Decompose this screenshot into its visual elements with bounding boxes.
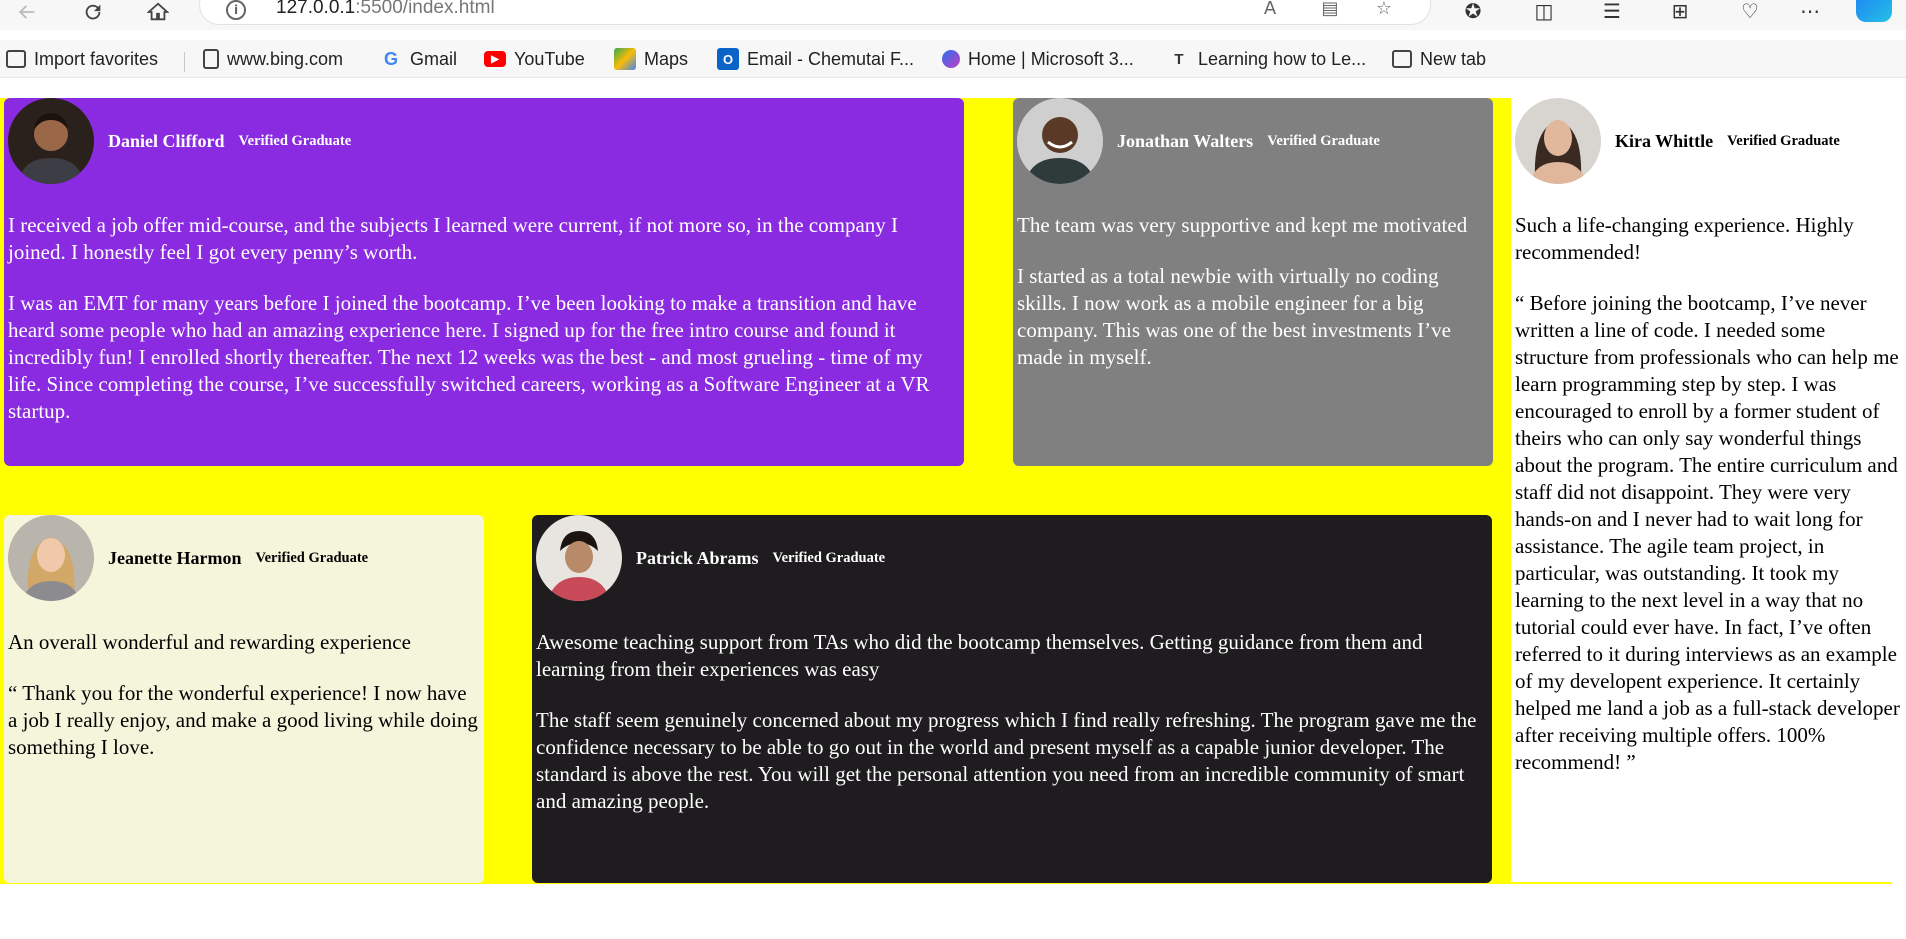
quote-patrick: The staff seem genuinely concerned about… (536, 708, 1477, 813)
badge-daniel: Verified Graduate (238, 132, 352, 149)
browser-essentials-icon[interactable]: ♡ (1735, 0, 1765, 23)
badge-jonathan: Verified Graduate (1267, 132, 1380, 149)
fav-new-tab[interactable]: New tab (1392, 46, 1486, 72)
badge-patrick: Verified Graduate (772, 549, 886, 566)
extensions-icon[interactable]: ✪ (1458, 0, 1488, 23)
favorite-star-icon[interactable]: ☆ (1372, 0, 1396, 19)
name-daniel: Daniel Clifford (108, 130, 225, 151)
avatar-kira (1515, 98, 1601, 184)
headline-jeanette: An overall wonderful and rewarding exper… (8, 630, 411, 654)
headline-kira: Such a life-changing experience. Highly … (1515, 213, 1854, 264)
fav-import-favorites[interactable]: Import favorites (6, 46, 158, 72)
badge-kira: Verified Graduate (1727, 132, 1840, 149)
split-screen-icon[interactable]: ◫ (1529, 0, 1559, 23)
favorites-list-icon[interactable]: ☰ (1597, 0, 1627, 23)
google-icon: G (383, 48, 398, 69)
favorites-bar: Import favorites www.bing.com G Gmail ▶ … (0, 40, 1906, 78)
headline-patrick: Awesome teaching support from TAs who di… (536, 630, 1423, 681)
name-kira: Kira Whittle (1615, 130, 1714, 151)
fav-label: Learning how to Le... (1198, 48, 1367, 69)
quote-daniel: I was an EMT for many years before I joi… (8, 291, 930, 423)
fav-label: YouTube (514, 48, 585, 69)
back-button[interactable] (10, 0, 44, 24)
fav-email[interactable]: O Email - Chemutai F... (717, 46, 914, 72)
fav-label: Maps (644, 48, 689, 69)
fav-label: New tab (1420, 48, 1487, 69)
url-host: 127.0.0.1 (276, 0, 356, 18)
quote-jonathan: I started as a total newbie with virtual… (1017, 264, 1451, 369)
avatar-jonathan (1017, 98, 1103, 184)
new-tab-icon (1392, 50, 1412, 68)
page-viewport: Daniel Clifford Verified Graduate I rece… (0, 88, 1906, 939)
name-jeanette: Jeanette Harmon (108, 547, 242, 568)
testimonial-card-jonathan: Jonathan Walters Verified Graduate The t… (1013, 98, 1493, 466)
outlook-icon: O (717, 48, 739, 70)
fav-label: Email - Chemutai F... (747, 48, 915, 69)
name-patrick: Patrick Abrams (636, 547, 759, 568)
fav-bing[interactable]: www.bing.com (203, 46, 343, 72)
fav-label: www.bing.com (227, 48, 344, 69)
browser-toolbar: i 127.0.0.1:5500/index.html A ▤ ☆ ✪ ◫ ☰ … (0, 0, 1906, 30)
headline-jonathan: The team was very supportive and kept me… (1017, 213, 1468, 237)
testimonial-card-patrick: Patrick Abrams Verified Graduate Awesome… (532, 515, 1492, 883)
page-icon (203, 49, 219, 69)
refresh-button[interactable] (76, 0, 110, 24)
fav-microsoft365[interactable]: Home | Microsoft 3... (942, 46, 1134, 72)
youtube-icon: ▶ (484, 51, 506, 67)
fav-label: Import favorites (34, 48, 159, 69)
avatar-patrick (536, 515, 622, 601)
quote-kira: “ Before joining the bootcamp, I’ve neve… (1515, 291, 1900, 774)
fav-label: Gmail (410, 48, 458, 69)
more-menu-icon[interactable]: ⋯ (1795, 0, 1825, 23)
testimonial-card-kira: Kira Whittle Verified Graduate Such a li… (1511, 98, 1904, 882)
url-path: :5500/index.html (355, 0, 495, 18)
home-button[interactable] (141, 0, 175, 24)
info-icon[interactable]: i (226, 0, 246, 20)
fav-youtube[interactable]: ▶ YouTube (484, 46, 585, 72)
maps-icon (614, 48, 636, 70)
import-icon (6, 50, 26, 68)
quote-jeanette: “ Thank you for the wonderful experience… (8, 681, 478, 759)
refresh-icon (85, 4, 101, 20)
favorites-divider (184, 52, 185, 72)
immersive-reader-icon[interactable]: ▤ (1318, 0, 1342, 19)
name-jonathan: Jonathan Walters (1117, 130, 1254, 151)
fav-label: Home | Microsoft 3... (968, 48, 1134, 69)
badge-jeanette: Verified Graduate (255, 549, 369, 566)
fav-maps[interactable]: Maps (614, 46, 688, 72)
copilot-icon[interactable] (1856, 0, 1892, 22)
home-icon (147, 2, 169, 21)
fav-learning[interactable]: T Learning how to Le... (1168, 46, 1366, 72)
arrow-left-icon (18, 5, 35, 19)
t-icon: T (1174, 50, 1184, 68)
collections-icon[interactable]: ⊞ (1665, 0, 1695, 23)
testimonial-card-jeanette: Jeanette Harmon Verified Graduate An ove… (4, 515, 484, 883)
headline-daniel: I received a job offer mid-course, and t… (8, 213, 899, 264)
url-text[interactable]: 127.0.0.1:5500/index.html (276, 0, 495, 19)
fav-gmail[interactable]: G Gmail (380, 46, 457, 72)
address-bar[interactable]: i 127.0.0.1:5500/index.html A ▤ ☆ (200, 0, 1430, 24)
testimonial-card-daniel: Daniel Clifford Verified Graduate I rece… (4, 98, 964, 466)
microsoft365-icon (942, 50, 960, 68)
avatar-daniel (8, 98, 94, 184)
avatar-jeanette (8, 515, 94, 601)
read-aloud-icon[interactable]: A (1258, 0, 1282, 19)
